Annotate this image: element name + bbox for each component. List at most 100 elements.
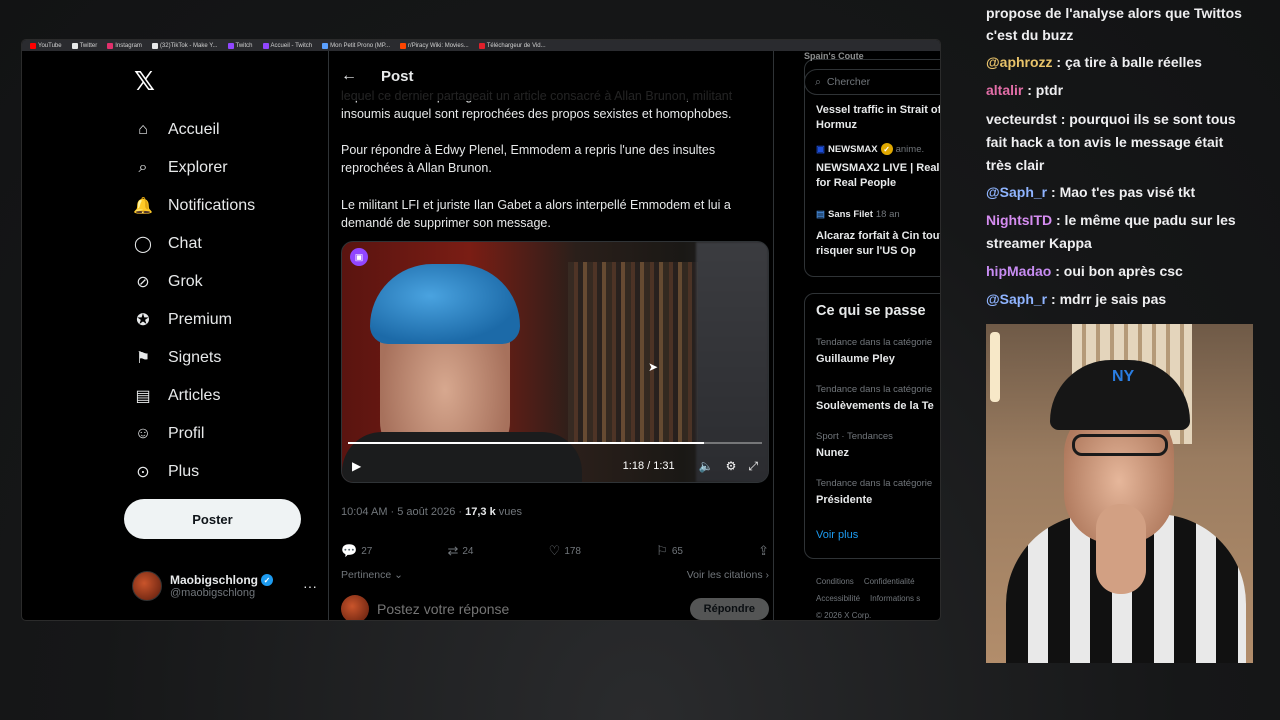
bookmark-label: (32)TikTok - Make Y...	[159, 42, 218, 49]
trend-category: Sport · Tendances	[816, 431, 893, 442]
trend-item[interactable]: Nunez	[816, 447, 849, 459]
chat-username[interactable]: NightsITD	[986, 212, 1052, 228]
bookmark-favicon-icon	[322, 42, 329, 49]
quotes-label: Voir les citations	[686, 569, 763, 581]
mouse-cursor-icon: ➤	[648, 360, 659, 374]
reply-count: 27	[361, 545, 373, 557]
bookmark-favicon-icon	[71, 42, 78, 49]
share-action[interactable]: ⇪	[758, 543, 769, 559]
play-icon[interactable]: ▶	[352, 459, 361, 473]
post-button[interactable]: Poster	[124, 499, 301, 539]
chat-message: très clair	[986, 154, 1261, 177]
chat-username[interactable]: vecteurdst	[986, 111, 1057, 127]
bookmark-link[interactable]: Téléchargeur de Vid...	[478, 42, 546, 49]
bookmark-link[interactable]: r/Piracy Wiki: Movies...	[400, 42, 469, 49]
nav-item-label: Signets	[168, 349, 222, 366]
articles-icon: ▤	[135, 388, 151, 405]
chat-username[interactable]: @Saph_r	[986, 184, 1047, 200]
search-icon: ⌕	[138, 159, 148, 176]
nav-item-accueil[interactable]: ⌂ Accueil	[132, 119, 219, 141]
video-controls: ▶ 1:18 / 1:31 🔈 ⚙ ⤢	[342, 450, 768, 482]
nav-item-premium[interactable]: ✪ Premium	[132, 309, 232, 331]
footer-link[interactable]: Conditions	[816, 577, 854, 586]
bookmark-link[interactable]: Twitch	[227, 42, 253, 49]
bookmark-action[interactable]: ⚐ 65	[656, 543, 683, 559]
chat-message: vecteurdst : pourquoi ils se sont tous	[986, 108, 1261, 131]
trend-item[interactable]: Guillaume Pley	[816, 353, 895, 365]
footer-link[interactable]: Confidentialité	[864, 577, 915, 586]
nav-item-profil[interactable]: ☺ Profil	[132, 423, 205, 445]
bookmark-link[interactable]: Twitter	[71, 42, 97, 49]
settings-gear-icon[interactable]: ⚙	[726, 459, 737, 473]
bookmark-link[interactable]: YouTube	[30, 42, 62, 49]
bookmark-link[interactable]: Accueil - Twitch	[262, 42, 312, 49]
trends-card	[804, 293, 940, 559]
nav-item-notifications[interactable]: 🔔 Notifications	[132, 195, 255, 217]
bell-icon: 🔔	[133, 198, 153, 215]
nav-item-chat[interactable]: ◯ Chat	[132, 233, 202, 255]
chat-text: fait hack a ton avis le message était	[986, 134, 1224, 150]
news-item-3[interactable]: Alcaraz forfait à Cin tout risquer sur l…	[816, 229, 940, 259]
bookmark-link[interactable]: Instagram	[107, 42, 142, 49]
trend-category: Tendance dans la catégorie	[816, 337, 933, 348]
bookmark-label: Twitch	[235, 42, 253, 49]
video-progress-bar[interactable]	[348, 442, 762, 444]
bookmark-link[interactable]: (32)TikTok - Make Y...	[151, 42, 218, 49]
nav-item-explorer[interactable]: ⌕ Explorer	[132, 157, 228, 179]
search-icon: ⌕	[815, 75, 821, 88]
x-logo-icon[interactable]: 𝕏	[134, 67, 155, 97]
sort-dropdown[interactable]: Pertinence ⌄	[341, 569, 403, 581]
trend-category: Tendance dans la catégorie	[816, 384, 933, 395]
bookmark-favicon-icon	[478, 42, 485, 49]
home-icon: ⌂	[138, 121, 148, 138]
webcam-lamp	[990, 332, 1000, 402]
chat-username[interactable]: hipMadao	[986, 263, 1051, 279]
reply-icon: 💬	[341, 543, 358, 558]
user-name: Maobigschlong	[170, 573, 258, 587]
webcam-hand	[1096, 504, 1146, 594]
quotes-link[interactable]: Voir les citations ›	[687, 569, 769, 581]
bookmark-label: Mon Petit Prono (MP...	[330, 42, 391, 49]
news-item-1[interactable]: Vessel traffic in Strait of Hormuz	[816, 103, 940, 133]
nav-item-label: Premium	[168, 311, 233, 328]
nav-item-signets[interactable]: ⚑ Signets	[132, 347, 222, 369]
volume-icon[interactable]: 🔈	[699, 459, 714, 473]
reply-button[interactable]: Répondre	[689, 598, 769, 620]
trend-item[interactable]: Présidente	[816, 494, 872, 506]
video-player[interactable]: ▣ ➤ ▶ 1:18 / 1:31 🔈 ⚙ ⤢	[341, 241, 769, 483]
chat-username[interactable]: altalir	[986, 82, 1023, 98]
news-source-2: ▣ NEWSMAX ✓ anime.	[816, 143, 924, 155]
grok-icon: ⊘	[136, 274, 150, 291]
sort-label: Pertinence	[341, 569, 392, 581]
reply-input[interactable]	[377, 601, 682, 617]
news-item-2[interactable]: NEWSMAX2 LIVE | Real for Real People	[816, 161, 940, 191]
back-arrow-icon[interactable]: ←	[341, 67, 357, 85]
bookmark-link[interactable]: Mon Petit Prono (MP...	[322, 42, 391, 49]
chat-username[interactable]: @Saph_r	[986, 291, 1047, 307]
footer-link[interactable]: Accessibilité	[816, 594, 860, 603]
bookmark-icon: ⚑	[135, 350, 151, 367]
more-dots-icon[interactable]: ···	[303, 578, 317, 594]
search-input[interactable]: ⌕ Chercher	[804, 69, 940, 95]
account-switcher[interactable]: Maobigschlong ✓ @maobigschlong ···	[132, 571, 317, 601]
nav-item-grok[interactable]: ⊘ Grok	[132, 271, 202, 293]
nav-item-articles[interactable]: ▤ Articles	[132, 385, 220, 407]
news-source-suffix: 18 an	[875, 209, 900, 220]
footer-link[interactable]: Informations s	[870, 594, 920, 603]
fullscreen-icon[interactable]: ⤢	[748, 459, 758, 474]
like-count: 178	[564, 545, 581, 557]
like-action[interactable]: ♡ 178	[549, 543, 581, 559]
trend-item[interactable]: Soulèvements de la Te	[816, 400, 934, 412]
reply-action[interactable]: 💬 27	[341, 543, 372, 559]
trend-category: Tendance dans la catégorie	[816, 478, 933, 489]
chat-message: propose de l'analyse alors que Twittos	[986, 2, 1261, 25]
nav-item-label: Explorer	[168, 159, 228, 176]
chat-message: hipMadao : oui bon après csc	[986, 260, 1261, 283]
repost-action[interactable]: ⇄ 24	[447, 543, 473, 559]
bookshelf	[568, 262, 698, 442]
chat-username[interactable]: @aphrozz	[986, 54, 1053, 70]
chat-message: c'est du buzz	[986, 24, 1261, 47]
see-more-link[interactable]: Voir plus	[816, 529, 858, 541]
nav-item-plus[interactable]: ⊙ Plus	[132, 461, 199, 483]
nav-item-label: Profil	[168, 425, 205, 442]
